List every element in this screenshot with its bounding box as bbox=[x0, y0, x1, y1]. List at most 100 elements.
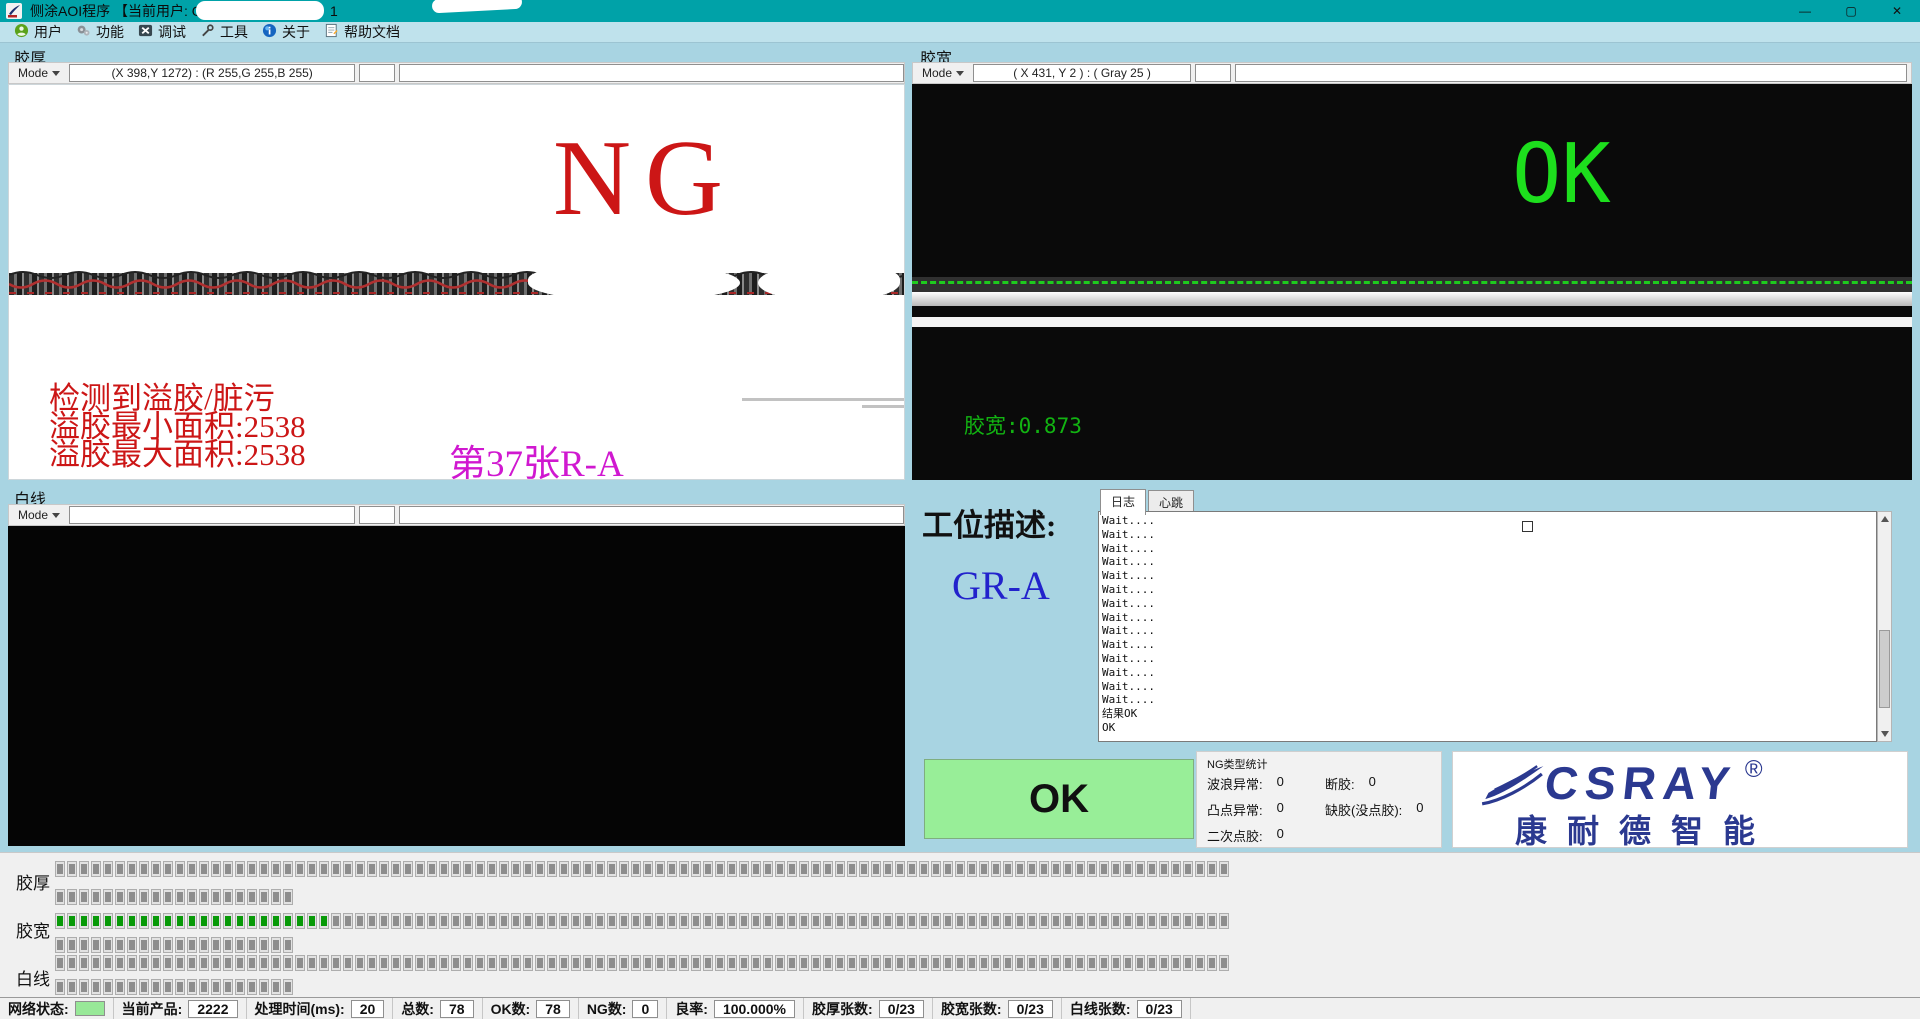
glue-thickness-mode-button[interactable]: Mode bbox=[13, 64, 65, 82]
grid-cell-empty bbox=[655, 861, 665, 877]
grid-cell-empty bbox=[727, 861, 737, 877]
grid-cell-empty bbox=[271, 955, 281, 971]
grid-cell-empty bbox=[199, 955, 209, 971]
grid-cell-ok bbox=[151, 913, 161, 929]
glue-thickness-long-box bbox=[399, 64, 904, 82]
menu-item-工具[interactable]: 工具 bbox=[200, 22, 248, 42]
redaction-dash bbox=[742, 398, 905, 401]
grid-cell-empty bbox=[211, 979, 221, 995]
minimize-button[interactable]: — bbox=[1782, 0, 1828, 22]
grid-cell-empty bbox=[703, 861, 713, 877]
grid-row bbox=[55, 913, 1229, 929]
grid-cell-empty bbox=[343, 913, 353, 929]
grid-cell-empty bbox=[643, 861, 653, 877]
status-value: 78 bbox=[440, 1000, 474, 1018]
grid-cell-empty bbox=[847, 861, 857, 877]
grid-cell-empty bbox=[55, 979, 65, 995]
white-line-mode-button[interactable]: Mode bbox=[13, 506, 65, 524]
glue-line-green-trace bbox=[912, 281, 1912, 284]
status-item: OK数:78 bbox=[483, 998, 579, 1019]
menu-item-帮助文档[interactable]: 帮助文档 bbox=[324, 22, 400, 42]
grid-cell-empty bbox=[643, 913, 653, 929]
grid-cell-empty bbox=[1099, 955, 1109, 971]
grid-cell-empty bbox=[175, 861, 185, 877]
grid-cell-empty bbox=[619, 861, 629, 877]
grid-cell-empty bbox=[211, 889, 221, 905]
grid-row bbox=[55, 979, 293, 995]
grid-cell-empty bbox=[1147, 861, 1157, 877]
grid-cell-empty bbox=[667, 955, 677, 971]
grid-cell-empty bbox=[211, 955, 221, 971]
grid-cell-empty bbox=[547, 913, 557, 929]
grid-cell-empty bbox=[535, 913, 545, 929]
grid-cell-empty bbox=[175, 955, 185, 971]
brand-logo: CSRAY ® 康耐德智能 bbox=[1452, 751, 1908, 848]
scroll-up-icon[interactable] bbox=[1878, 512, 1891, 526]
grid-cell-empty bbox=[103, 937, 113, 953]
grid-cell-empty bbox=[331, 955, 341, 971]
grid-cell-ok bbox=[259, 913, 269, 929]
redaction-dash bbox=[862, 405, 905, 408]
grid-cell-ok bbox=[139, 913, 149, 929]
maximize-button[interactable]: ▢ bbox=[1828, 0, 1874, 22]
scrollbar-thumb[interactable] bbox=[1879, 630, 1890, 708]
grid-cell-empty bbox=[1183, 861, 1193, 877]
glue-width-mode-button[interactable]: Mode bbox=[917, 64, 969, 82]
white-line-long-box bbox=[399, 506, 904, 524]
grid-cell-empty bbox=[235, 979, 245, 995]
grid-cell-empty bbox=[703, 955, 713, 971]
grid-cell-empty bbox=[427, 955, 437, 971]
log-line: Wait.... bbox=[1102, 611, 1876, 625]
grid-cell-empty bbox=[823, 955, 833, 971]
grid-cell-empty bbox=[115, 937, 125, 953]
app-window: 侧涂AOI程序 【当前用户: OEM】 编 1 — ▢ ✕ 用户功能调试工具关于… bbox=[0, 0, 1920, 1019]
close-button[interactable]: ✕ bbox=[1874, 0, 1920, 22]
overall-result-button[interactable]: OK bbox=[924, 759, 1194, 839]
grid-cell-empty bbox=[1003, 861, 1013, 877]
grid-cell-empty bbox=[583, 955, 593, 971]
log-line: Wait.... bbox=[1102, 638, 1876, 652]
grid-cell-ok bbox=[55, 913, 65, 929]
grid-cell-empty bbox=[475, 955, 485, 971]
log-checkbox[interactable] bbox=[1522, 521, 1533, 532]
menu-item-用户[interactable]: 用户 bbox=[14, 22, 62, 42]
grid-label-glue-thickness: 胶厚 bbox=[16, 869, 50, 894]
grid-cell-empty bbox=[1171, 861, 1181, 877]
grid-cell-empty bbox=[151, 937, 161, 953]
white-line-toolbar: Mode bbox=[8, 504, 905, 526]
grid-cell-empty bbox=[355, 913, 365, 929]
grid-cell-empty bbox=[151, 979, 161, 995]
grid-cell-empty bbox=[1075, 955, 1085, 971]
log-scrollbar[interactable] bbox=[1877, 511, 1892, 742]
glue-line-white-stripe-2 bbox=[912, 317, 1912, 327]
grid-cell-empty bbox=[931, 861, 941, 877]
grid-cell-empty bbox=[259, 889, 269, 905]
menu-item-关于[interactable]: 关于 bbox=[262, 22, 310, 42]
menu-item-功能[interactable]: 功能 bbox=[76, 22, 124, 42]
grid-cell-empty bbox=[787, 861, 797, 877]
grid-cell-empty bbox=[247, 979, 257, 995]
log-line: Wait.... bbox=[1102, 693, 1876, 707]
tools-icon bbox=[200, 23, 215, 41]
grid-cell-empty bbox=[763, 955, 773, 971]
grid-cell-empty bbox=[751, 913, 761, 929]
status-item: 处理时间(ms):20 bbox=[247, 998, 394, 1019]
menu-bar: 用户功能调试工具关于帮助文档 bbox=[0, 22, 1920, 43]
grid-cell-empty bbox=[763, 913, 773, 929]
grid-cell-empty bbox=[127, 955, 137, 971]
tab-log[interactable]: 日志 bbox=[1100, 489, 1146, 515]
grid-cell-empty bbox=[103, 955, 113, 971]
scroll-down-icon[interactable] bbox=[1878, 727, 1891, 741]
grid-cell-empty bbox=[895, 861, 905, 877]
grid-cell-empty bbox=[715, 861, 725, 877]
glue-thickness-pixel-readout: (X 398,Y 1272) : (R 255,G 255,B 255) bbox=[69, 64, 355, 82]
grid-cell-empty bbox=[307, 861, 317, 877]
grid-cell-empty bbox=[535, 955, 545, 971]
grid-cell-empty bbox=[979, 913, 989, 929]
grid-cell-empty bbox=[1183, 955, 1193, 971]
grid-cell-empty bbox=[847, 913, 857, 929]
grid-cell-empty bbox=[235, 861, 245, 877]
grid-cell-empty bbox=[247, 955, 257, 971]
grid-cell-empty bbox=[775, 861, 785, 877]
menu-item-调试[interactable]: 调试 bbox=[138, 22, 186, 42]
